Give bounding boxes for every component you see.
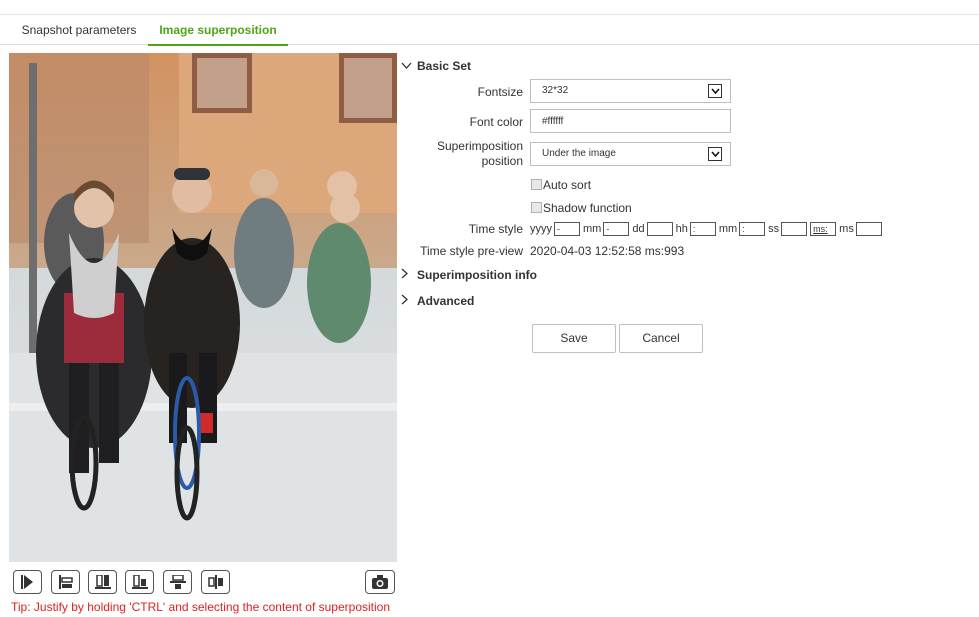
shadow-function-label: Shadow function — [543, 201, 632, 215]
auto-sort-checkbox[interactable] — [531, 179, 542, 190]
cyclists-street-photo — [9, 53, 397, 562]
video-preview[interactable] — [9, 53, 397, 562]
chevron-right-icon — [401, 266, 417, 284]
separator-input-3[interactable] — [646, 221, 673, 236]
time-token-hour: hh — [675, 222, 688, 235]
font-color-input[interactable] — [530, 109, 731, 133]
tip-text: Tip: Justify by holding 'CTRL' and selec… — [11, 600, 391, 614]
fontsize-label: Fontsize — [477, 85, 523, 99]
play-icon — [21, 575, 33, 589]
save-button[interactable]: Save — [532, 324, 616, 353]
shadow-function-checkbox[interactable] — [531, 202, 542, 213]
advanced-header[interactable]: Advanced — [401, 292, 474, 310]
tab-snapshot-parameters[interactable]: Snapshot parameters — [15, 16, 143, 45]
separator-input-1[interactable]: - — [554, 221, 580, 236]
tab-image-superposition[interactable]: Image superposition — [148, 16, 288, 46]
chevron-right-icon — [401, 292, 417, 310]
align-center-horizontal-icon — [170, 575, 186, 589]
play-button[interactable] — [13, 570, 42, 594]
chevron-down-icon — [401, 57, 417, 75]
align-right-button[interactable] — [125, 570, 154, 594]
align-bottom-icon — [59, 575, 73, 589]
ms-prefix-input[interactable]: ms: — [810, 221, 837, 236]
position-label-line2: position — [481, 154, 523, 168]
basic-set-header[interactable]: Basic Set — [401, 57, 471, 75]
advanced-title: Advanced — [417, 294, 475, 308]
align-bottom-button[interactable] — [51, 570, 80, 594]
align-right-icon — [132, 575, 148, 589]
separator-input-2[interactable]: - — [603, 221, 630, 236]
time-token-minute: mm — [718, 222, 738, 235]
time-token-second: ss — [768, 222, 780, 235]
basic-set-title: Basic Set — [417, 59, 472, 73]
position-label-line1: Superimposition — [436, 139, 523, 153]
time-token-day: dd — [632, 222, 645, 235]
separator-input-7[interactable] — [855, 221, 882, 236]
superimposition-info-title: Superimposition info — [417, 268, 537, 282]
time-token-yyyy: yyyy — [530, 222, 552, 235]
separator-input-5[interactable]: : — [739, 221, 766, 236]
align-center-vertical-icon — [208, 575, 223, 589]
time-token-ms: ms — [839, 222, 854, 235]
position-label: Superimposition position — [437, 139, 523, 169]
position-select[interactable]: Under the image — [530, 142, 731, 166]
separator-input-4[interactable]: : — [689, 221, 716, 236]
align-left-button[interactable] — [88, 570, 117, 594]
fontsize-select[interactable]: 32*32 — [530, 79, 731, 103]
align-center-horizontal-button[interactable] — [163, 570, 192, 594]
time-preview-label: Time style pre-view — [420, 244, 523, 258]
time-style-row: yyyy - mm - dd hh : mm : ss ms: ms — [530, 221, 885, 236]
position-value: Under the image — [542, 148, 616, 159]
top-divider — [0, 14, 979, 15]
time-preview-value: 2020-04-03 12:52:58 ms:993 — [530, 244, 685, 258]
time-style-label: Time style — [468, 222, 523, 236]
align-left-icon — [95, 575, 111, 589]
tab-bar: Snapshot parameters Image superposition — [0, 16, 979, 46]
font-color-label: Font color — [469, 115, 523, 129]
time-token-month: mm — [583, 222, 602, 235]
cancel-button[interactable]: Cancel — [619, 324, 703, 353]
chevron-down-icon — [708, 84, 722, 98]
snapshot-button[interactable] — [365, 570, 395, 594]
chevron-down-icon — [708, 147, 722, 161]
separator-input-6[interactable] — [781, 221, 808, 236]
fontsize-value: 32*32 — [542, 85, 569, 96]
camera-icon — [372, 575, 388, 589]
superimposition-info-header[interactable]: Superimposition info — [401, 266, 537, 284]
auto-sort-label: Auto sort — [543, 178, 592, 192]
align-center-vertical-button[interactable] — [201, 570, 230, 594]
